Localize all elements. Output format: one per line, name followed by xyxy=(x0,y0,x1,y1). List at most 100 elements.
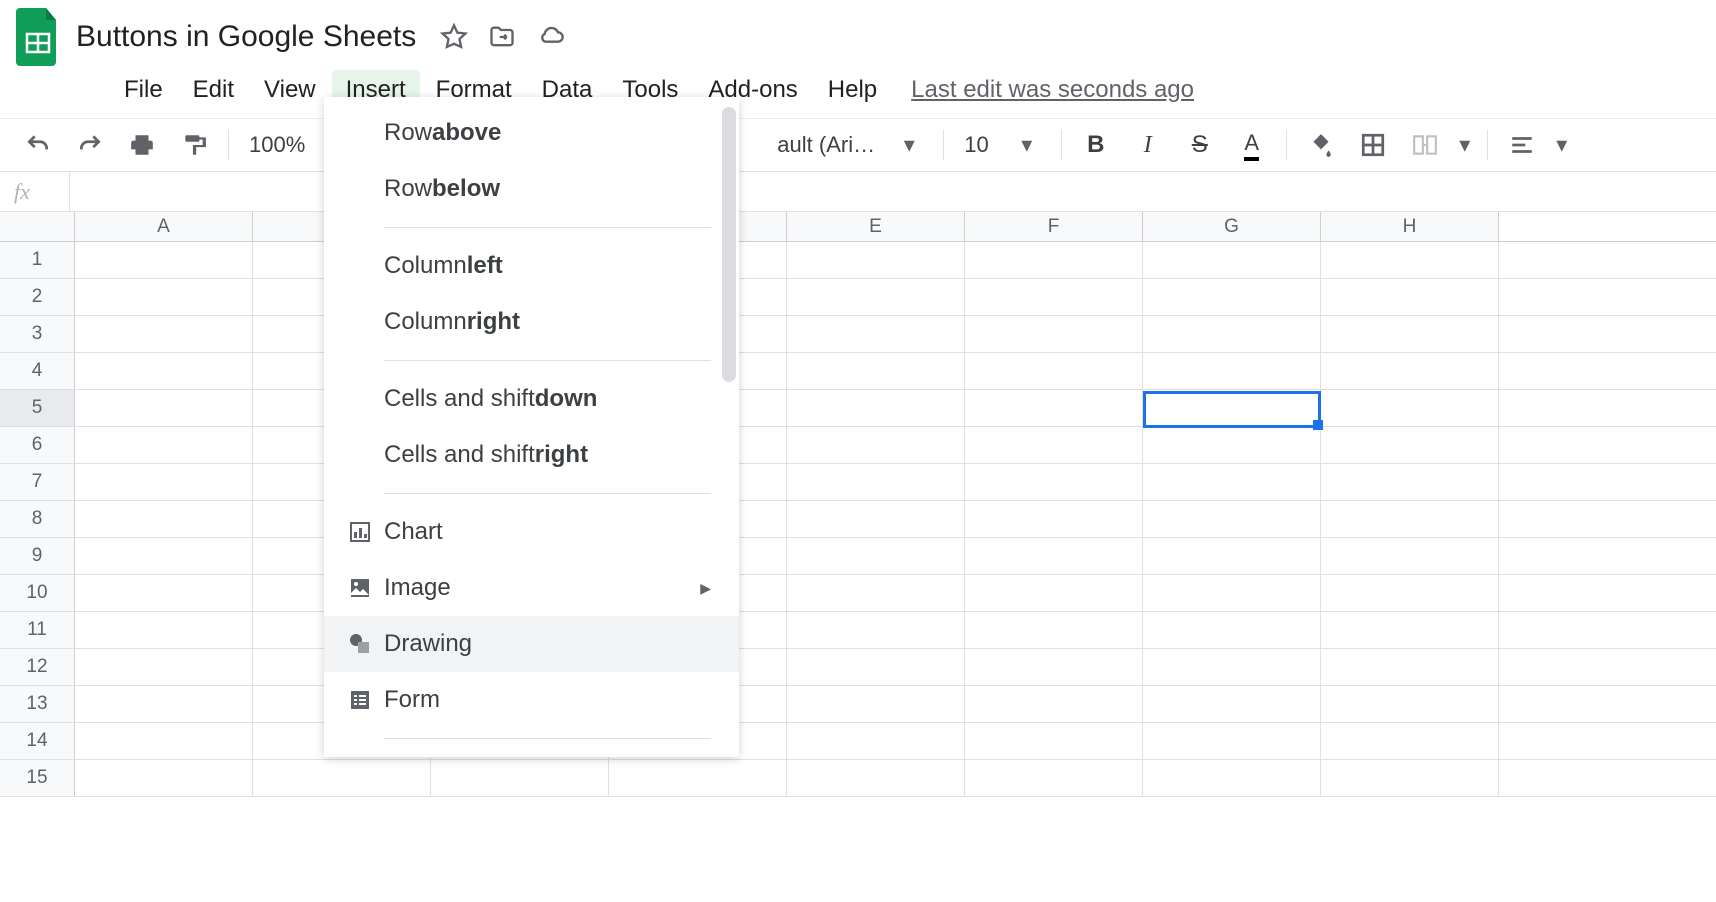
cell[interactable] xyxy=(965,353,1143,389)
cell[interactable] xyxy=(787,427,965,463)
cloud-status-icon[interactable] xyxy=(536,23,566,51)
cell[interactable] xyxy=(1321,538,1499,574)
cell[interactable] xyxy=(787,390,965,426)
zoom-level[interactable]: 100% xyxy=(241,132,313,158)
cell[interactable] xyxy=(965,390,1143,426)
menu-view[interactable]: View xyxy=(250,70,330,110)
cell[interactable] xyxy=(965,464,1143,500)
cell[interactable] xyxy=(75,575,253,611)
cell[interactable] xyxy=(787,316,965,352)
row-header[interactable]: 15 xyxy=(0,760,75,796)
row-header[interactable]: 6 xyxy=(0,427,75,463)
insert-column-right[interactable]: Column right xyxy=(324,294,739,350)
cell[interactable] xyxy=(965,649,1143,685)
insert-cells-shift-down[interactable]: Cells and shift down xyxy=(324,371,739,427)
cell[interactable] xyxy=(787,501,965,537)
cell[interactable] xyxy=(75,279,253,315)
redo-icon[interactable] xyxy=(68,123,112,167)
cell[interactable] xyxy=(1143,279,1321,315)
cell[interactable] xyxy=(1143,501,1321,537)
cell[interactable] xyxy=(1321,353,1499,389)
column-header[interactable]: H xyxy=(1321,212,1499,241)
cell[interactable] xyxy=(787,538,965,574)
row-header[interactable]: 7 xyxy=(0,464,75,500)
font-family-select[interactable]: ault (Ari… xyxy=(769,132,879,158)
sheets-logo-icon[interactable] xyxy=(16,8,60,66)
menu-help[interactable]: Help xyxy=(814,70,891,110)
insert-row-above[interactable]: Row above xyxy=(324,105,739,161)
cell[interactable] xyxy=(1143,390,1321,426)
cell[interactable] xyxy=(1321,316,1499,352)
font-size-select[interactable]: 10 xyxy=(956,132,996,158)
cell[interactable] xyxy=(1321,686,1499,722)
cell[interactable] xyxy=(787,686,965,722)
insert-row-below[interactable]: Row below xyxy=(324,161,739,217)
dropdown-arrow-icon[interactable]: ▾ xyxy=(887,123,931,167)
cell[interactable] xyxy=(1143,464,1321,500)
row-header[interactable]: 10 xyxy=(0,575,75,611)
cell[interactable] xyxy=(1143,686,1321,722)
cell[interactable] xyxy=(75,242,253,278)
cell[interactable] xyxy=(253,760,431,796)
cell[interactable] xyxy=(1321,760,1499,796)
cell[interactable] xyxy=(75,723,253,759)
cell[interactable] xyxy=(1321,501,1499,537)
menu-file[interactable]: File xyxy=(110,70,177,110)
select-all-corner[interactable] xyxy=(0,212,75,241)
cell[interactable] xyxy=(787,242,965,278)
cell[interactable] xyxy=(75,427,253,463)
cell[interactable] xyxy=(1321,649,1499,685)
print-icon[interactable] xyxy=(120,123,164,167)
cell[interactable] xyxy=(75,760,253,796)
borders-icon[interactable] xyxy=(1351,123,1395,167)
row-header[interactable]: 5 xyxy=(0,390,75,426)
row-header[interactable]: 12 xyxy=(0,649,75,685)
dropdown-arrow-icon[interactable]: ▾ xyxy=(1005,123,1049,167)
cell[interactable] xyxy=(75,612,253,648)
cell[interactable] xyxy=(75,538,253,574)
cell[interactable] xyxy=(965,242,1143,278)
cell[interactable] xyxy=(75,686,253,722)
column-header[interactable]: E xyxy=(787,212,965,241)
cell[interactable] xyxy=(787,575,965,611)
spreadsheet-grid[interactable]: A B C D E F G H 123456789101112131415 xyxy=(0,212,1716,797)
row-header[interactable]: 8 xyxy=(0,501,75,537)
cell[interactable] xyxy=(965,316,1143,352)
row-header[interactable]: 14 xyxy=(0,723,75,759)
cell[interactable] xyxy=(1143,760,1321,796)
insert-drawing[interactable]: Drawing xyxy=(324,616,739,672)
merge-cells-icon[interactable] xyxy=(1403,123,1447,167)
cell[interactable] xyxy=(1143,353,1321,389)
fill-color-icon[interactable] xyxy=(1299,123,1343,167)
row-header[interactable]: 2 xyxy=(0,279,75,315)
cell[interactable] xyxy=(1321,242,1499,278)
row-header[interactable]: 4 xyxy=(0,353,75,389)
cell[interactable] xyxy=(787,723,965,759)
cell[interactable] xyxy=(1143,612,1321,648)
star-icon[interactable] xyxy=(440,23,468,51)
bold-icon[interactable]: B xyxy=(1074,123,1118,167)
cell[interactable] xyxy=(75,464,253,500)
cell[interactable] xyxy=(431,760,609,796)
cell[interactable] xyxy=(1321,612,1499,648)
undo-icon[interactable] xyxy=(16,123,60,167)
cell[interactable] xyxy=(965,427,1143,463)
cell[interactable] xyxy=(609,760,787,796)
document-title[interactable]: Buttons in Google Sheets xyxy=(72,18,420,56)
row-header[interactable]: 9 xyxy=(0,538,75,574)
cell[interactable] xyxy=(787,279,965,315)
cell[interactable] xyxy=(1321,279,1499,315)
cell[interactable] xyxy=(1143,538,1321,574)
dropdown-arrow-icon[interactable]: ▾ xyxy=(1552,123,1572,167)
last-edit-link[interactable]: Last edit was seconds ago xyxy=(893,76,1194,104)
cell[interactable] xyxy=(965,723,1143,759)
row-header[interactable]: 13 xyxy=(0,686,75,722)
cell[interactable] xyxy=(787,649,965,685)
cell[interactable] xyxy=(1321,464,1499,500)
italic-icon[interactable]: I xyxy=(1126,123,1170,167)
column-header[interactable]: G xyxy=(1143,212,1321,241)
cell[interactable] xyxy=(787,612,965,648)
cell[interactable] xyxy=(75,501,253,537)
strikethrough-icon[interactable]: S xyxy=(1178,123,1222,167)
insert-form[interactable]: Form xyxy=(324,672,739,728)
